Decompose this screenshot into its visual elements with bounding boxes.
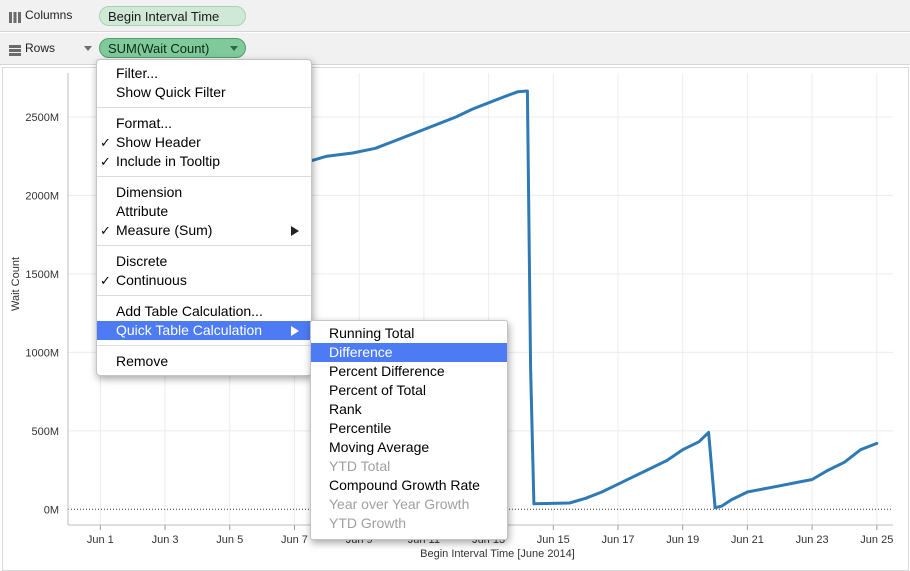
- menu-item-label: Dimension: [116, 184, 183, 200]
- x-tick-label: Jun 21: [731, 534, 764, 546]
- menu-separator: [97, 345, 311, 346]
- menu-item-percent-of-total[interactable]: Percent of Total: [311, 381, 507, 400]
- submenu-arrow-icon: [291, 226, 299, 236]
- menu-separator: [97, 245, 311, 246]
- menu-item-label: Percent Difference: [329, 363, 445, 379]
- menu-item-quick-table-calculation[interactable]: Quick Table Calculation: [97, 321, 311, 340]
- menu-item-label: Discrete: [116, 253, 168, 269]
- y-tick-label: 1000M: [25, 347, 59, 359]
- menu-item-remove[interactable]: Remove: [97, 352, 311, 371]
- checkmark-icon: ✓: [100, 135, 111, 150]
- menu-item-label: Percent of Total: [329, 382, 427, 398]
- menu-item-percent-difference[interactable]: Percent Difference: [311, 362, 507, 381]
- menu-item-rank[interactable]: Rank: [311, 400, 507, 419]
- menu-item-label: Include in Tooltip: [116, 153, 221, 169]
- menu-item-label: Rank: [329, 401, 362, 417]
- menu-item-label: Difference: [329, 344, 393, 360]
- menu-item-compound-growth-rate[interactable]: Compound Growth Rate: [311, 476, 507, 495]
- submenu-arrow-icon: [291, 326, 299, 336]
- menu-item-year-over-year-growth: Year over Year Growth: [311, 495, 507, 514]
- x-tick-label: Jun 7: [281, 534, 308, 546]
- menu-item-label: Continuous: [116, 272, 187, 288]
- menu-item-label: Show Header: [116, 134, 201, 150]
- menu-item-difference[interactable]: Difference: [311, 343, 507, 362]
- menu-item-label: Year over Year Growth: [329, 496, 470, 512]
- menu-item-filter[interactable]: Filter...: [97, 64, 311, 83]
- x-tick-label: Jun 5: [216, 534, 243, 546]
- menu-item-label: Percentile: [329, 420, 392, 436]
- checkmark-icon: ✓: [100, 273, 111, 288]
- x-tick-label: Jun 3: [152, 534, 179, 546]
- y-tick-label: 500M: [31, 426, 59, 438]
- menu-item-ytd-growth: YTD Growth: [311, 514, 507, 533]
- menu-item-label: Remove: [116, 353, 169, 369]
- pill-context-menu: Filter... Show Quick Filter Format... ✓ Show…: [96, 59, 312, 376]
- x-tick-label: Jun 19: [666, 534, 699, 546]
- x-tick-label: Jun 23: [796, 534, 829, 546]
- y-tick-label: 2000M: [25, 190, 59, 202]
- menu-separator: [97, 107, 311, 108]
- y-tick-label: 1500M: [25, 269, 59, 281]
- checkmark-icon: ✓: [100, 223, 111, 238]
- menu-item-show-quick-filter[interactable]: Show Quick Filter: [97, 83, 311, 102]
- menu-separator: [97, 176, 311, 177]
- menu-separator: [97, 295, 311, 296]
- x-axis-title: Begin Interval Time [June 2014]: [420, 548, 575, 560]
- menu-item-discrete[interactable]: Discrete: [97, 252, 311, 271]
- menu-item-label: Measure (Sum): [116, 222, 213, 238]
- menu-item-label: Running Total: [329, 325, 415, 341]
- checkmark-icon: ✓: [100, 154, 111, 169]
- menu-item-dimension[interactable]: Dimension: [97, 183, 311, 202]
- menu-item-include-in-tooltip[interactable]: ✓ Include in Tooltip: [97, 152, 311, 171]
- menu-item-label: Attribute: [116, 203, 169, 219]
- x-tick-label: Jun 17: [601, 534, 634, 546]
- x-tick-label: Jun 25: [860, 534, 893, 546]
- y-tick-label: 2500M: [25, 112, 59, 124]
- menu-item-show-header[interactable]: ✓ Show Header: [97, 133, 311, 152]
- menu-item-label: Format...: [116, 115, 173, 131]
- x-tick-label: Jun 15: [537, 534, 570, 546]
- menu-item-label: Show Quick Filter: [116, 84, 226, 100]
- y-axis-title: Wait Count: [10, 257, 22, 311]
- x-tick-label: Jun 1: [87, 534, 114, 546]
- menu-item-percentile[interactable]: Percentile: [311, 419, 507, 438]
- menu-item-label: YTD Growth: [329, 515, 407, 531]
- menu-item-running-total[interactable]: Running Total: [311, 324, 507, 343]
- menu-item-moving-average[interactable]: Moving Average: [311, 438, 507, 457]
- menu-item-label: YTD Total: [329, 458, 391, 474]
- menu-item-add-table-calculation[interactable]: Add Table Calculation...: [97, 302, 311, 321]
- y-tick-label: 0M: [44, 504, 59, 516]
- quick-table-calc-submenu: Running Total Difference Percent Differenc…: [310, 320, 508, 540]
- menu-item-label: Moving Average: [329, 439, 430, 455]
- menu-item-label: Compound Growth Rate: [329, 477, 480, 493]
- menu-item-attribute[interactable]: Attribute: [97, 202, 311, 221]
- menu-item-measure-sum[interactable]: ✓ Measure (Sum): [97, 221, 311, 240]
- menu-item-label: Quick Table Calculation: [116, 322, 263, 338]
- menu-item-continuous[interactable]: ✓ Continuous: [97, 271, 311, 290]
- menu-item-format[interactable]: Format...: [97, 114, 311, 133]
- menu-item-label: Add Table Calculation...: [116, 303, 263, 319]
- menu-item-label: Filter...: [116, 65, 159, 81]
- menu-item-ytd-total: YTD Total: [311, 457, 507, 476]
